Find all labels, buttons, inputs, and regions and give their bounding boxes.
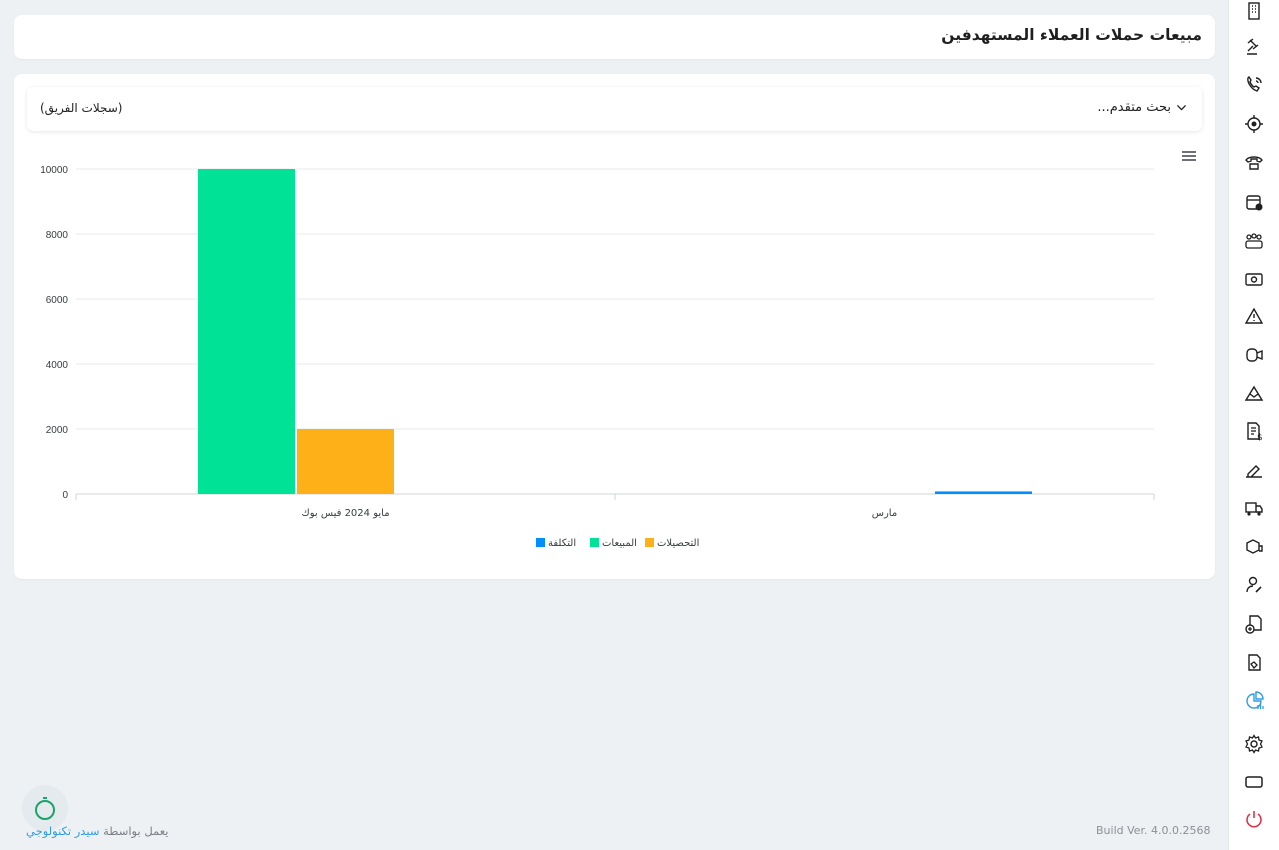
invoice-dollar-icon[interactable]: $	[1243, 420, 1265, 442]
mountain-icon[interactable]	[1243, 382, 1265, 404]
y-tick-label: 4000	[46, 360, 69, 371]
bar-chart: 10000 8000 6000 4000 2000 0 مايو 2024 فيس بوك م…	[40, 165, 1155, 549]
money-icon[interactable]	[1243, 268, 1265, 290]
legend-marker	[536, 538, 545, 547]
building-icon[interactable]	[1243, 0, 1265, 22]
telephone-icon[interactable]	[1243, 151, 1265, 173]
x-category-label: مايو 2024 فيس بوك	[301, 508, 389, 519]
powered-by-label: يعمل بواسطة	[103, 824, 169, 838]
phone-call-icon[interactable]	[1243, 74, 1265, 96]
calendar-add-icon[interactable]	[1243, 191, 1265, 213]
stopwatch-icon	[35, 797, 55, 820]
document-add-icon[interactable]	[1243, 613, 1265, 635]
chart-pie-icon[interactable]	[1243, 690, 1265, 712]
warning-icon[interactable]	[1243, 305, 1265, 327]
truck-icon[interactable]	[1243, 497, 1265, 519]
window-icon[interactable]	[1243, 771, 1265, 793]
y-tick-label: 2000	[46, 425, 69, 436]
chart-card: بحث متقدم... (سجلات الفريق) 10000 8000 600…	[14, 74, 1215, 579]
svg-text:$: $	[1257, 433, 1263, 441]
brand-link[interactable]: سيدر تكنولوجي	[26, 824, 99, 838]
target-icon[interactable]	[1243, 113, 1265, 135]
y-tick-label: 10000	[40, 165, 68, 176]
bar-0-0	[198, 169, 295, 494]
video-icon[interactable]	[1243, 344, 1265, 366]
gear-icon[interactable]	[1243, 733, 1265, 755]
build-version: Build Ver. 4.0.0.2568	[1096, 824, 1211, 837]
legend-label: التكلفة	[548, 538, 576, 549]
team-icon[interactable]	[1243, 230, 1265, 252]
page-header: مبيعات حملات العملاء المستهدفين	[14, 15, 1215, 59]
page-title: مبيعات حملات العملاء المستهدفين	[941, 26, 1202, 44]
user-edit-icon[interactable]	[1243, 574, 1265, 596]
y-tick-label: 6000	[46, 295, 69, 306]
legend-marker	[645, 538, 654, 547]
powered-by: يعمل بواسطة سيدر تكنولوجي	[26, 824, 168, 838]
delivery-icon[interactable]	[1243, 536, 1265, 558]
legend-label: المبيعات	[602, 538, 637, 549]
legend-marker	[590, 538, 599, 547]
sidebar: $	[1228, 0, 1279, 850]
y-tick-label: 8000	[46, 230, 69, 241]
signature-icon[interactable]	[1243, 458, 1265, 480]
y-tick-label: 0	[62, 490, 68, 501]
x-category-label: مارس	[872, 508, 897, 519]
power-icon[interactable]	[1243, 808, 1265, 830]
document-hand-icon[interactable]	[1243, 652, 1265, 674]
legend-label: التحصيلات	[657, 538, 699, 549]
bar-1-0	[297, 429, 394, 494]
bar-2-1	[935, 491, 1032, 494]
gavel-icon[interactable]	[1243, 36, 1265, 58]
